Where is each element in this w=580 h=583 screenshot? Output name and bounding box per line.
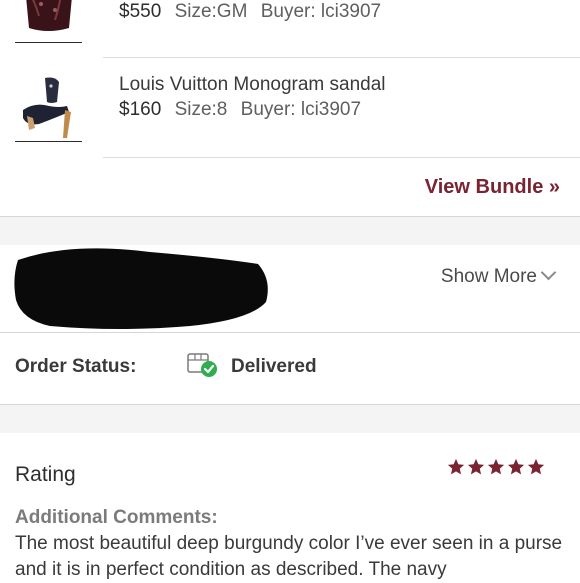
section-divider — [0, 332, 580, 333]
comments-text: The most beautiful deep burgundy color I… — [15, 533, 563, 580]
item-buyer: Buyer: lci3907 — [240, 99, 362, 120]
order-status-label: Order Status: — [15, 356, 137, 377]
star-icon — [447, 458, 465, 475]
rating-title: Rating — [15, 463, 76, 486]
item-meta: $550 Size:GM Buyer: lci3907 — [119, 1, 381, 23]
item-price: $550 — [119, 1, 162, 22]
item-meta: $160 Size:8 Buyer: lci3907 — [119, 99, 361, 121]
order-status-value: Delivered — [231, 356, 317, 377]
thumbnail-rule — [15, 42, 82, 43]
redaction-mark — [14, 248, 268, 329]
view-bundle-link[interactable]: View Bundle » — [425, 176, 560, 199]
chevron-down-icon — [540, 264, 557, 281]
item-size: Size:8 — [174, 99, 228, 120]
rating-stars — [447, 458, 545, 476]
handbag-image — [26, 0, 72, 31]
box-delivered-check-icon — [186, 350, 220, 380]
comments-label: Additional Comments: — [15, 507, 218, 528]
star-icon — [487, 458, 505, 475]
thumbnail-rule — [15, 141, 82, 142]
item-size: Size:GM — [174, 1, 248, 22]
divider — [103, 57, 580, 58]
item-buyer: Buyer: lci3907 — [260, 1, 382, 22]
star-icon — [527, 458, 545, 475]
sandal-image — [23, 77, 71, 138]
item-title: Louis Vuitton Monogram sandal — [119, 74, 386, 95]
section-spacer — [0, 405, 580, 433]
star-icon — [467, 458, 485, 475]
item-thumbnail[interactable] — [15, 72, 82, 142]
show-more-button[interactable]: Show More — [440, 264, 557, 288]
show-more-label: Show More — [440, 266, 537, 287]
item-price: $160 — [119, 99, 162, 120]
divider — [103, 157, 580, 158]
shipping-row[interactable] — [0, 245, 580, 332]
star-icon — [507, 458, 525, 475]
item-thumbnail[interactable] — [15, 0, 82, 43]
